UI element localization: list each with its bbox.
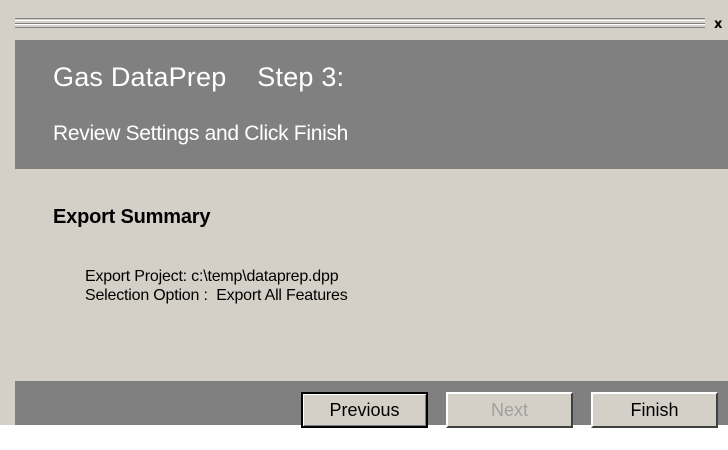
export-project-line: Export Project: c:\temp\dataprep.dpp <box>85 268 339 285</box>
wizard-subtitle: Review Settings and Click Finish <box>53 122 349 145</box>
selection-option-line: Selection Option : Export All Features <box>85 287 348 304</box>
title-bar-grip[interactable] <box>15 18 705 28</box>
close-icon[interactable]: x <box>710 16 728 34</box>
wizard-title: Gas DataPrep Step 3: <box>53 62 345 92</box>
finish-button[interactable]: Finish <box>591 392 718 428</box>
title-bar[interactable]: x <box>0 10 728 40</box>
previous-button[interactable]: Previous <box>301 392 428 428</box>
next-button: Next <box>446 392 573 428</box>
wizard-footer: Previous Next Finish <box>15 381 728 428</box>
summary-panel: Export Summary Export Project: c:\temp\d… <box>15 169 728 381</box>
export-summary-heading: Export Summary <box>53 206 211 228</box>
wizard-window: x Gas DataPrep Step 3: Review Settings a… <box>0 0 728 428</box>
wizard-header: Gas DataPrep Step 3: Review Settings and… <box>15 40 728 169</box>
